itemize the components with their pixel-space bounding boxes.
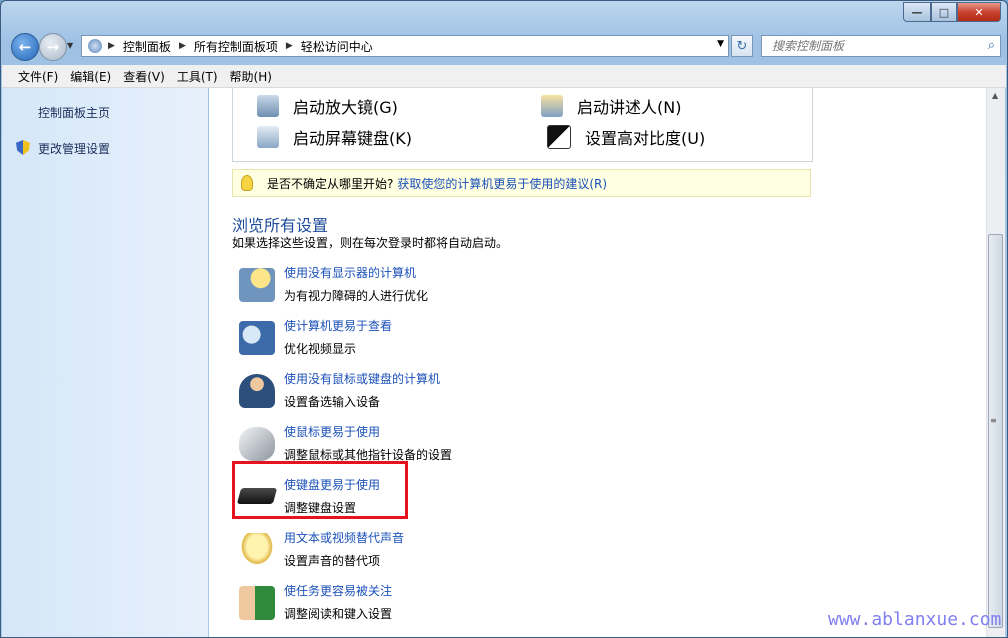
search-icon[interactable]: ⌕ xyxy=(988,38,995,53)
breadcrumb-control-panel[interactable]: 控制面板 xyxy=(123,38,171,55)
breadcrumb-separator-icon[interactable]: ▶ xyxy=(108,41,115,51)
watermark: www.ablanxue.com xyxy=(828,609,1002,630)
content-pane: 启动放大镜(G) 启动讲述人(N) 启动屏幕键盘(K) 设置高对比度(U) 是否… xyxy=(209,88,987,637)
scroll-up-arrow-icon[interactable]: ▲ xyxy=(992,91,998,100)
left-pane: 控制面板主页 更改管理设置 xyxy=(2,88,208,637)
address-bar[interactable]: ▶ 控制面板 ▶ 所有控制面板项 ▶ 轻松访问中心 ▼ xyxy=(81,35,729,57)
recent-pages-dropdown[interactable]: ▼ xyxy=(67,41,73,50)
set-high-contrast-link[interactable]: 设置高对比度(U) xyxy=(547,125,705,149)
address-dropdown-icon[interactable]: ▼ xyxy=(717,39,724,49)
setting-item[interactable]: 使用没有鼠标或键盘的计算机 设置备选输入设备 xyxy=(239,370,639,418)
back-button[interactable]: ← xyxy=(11,33,39,61)
monitor-speech-icon xyxy=(239,268,275,302)
start-narrator-link[interactable]: 启动讲述人(N) xyxy=(541,94,681,118)
person-window-icon xyxy=(239,586,275,620)
maximize-button[interactable]: □ xyxy=(931,2,957,22)
get-recommendations-link[interactable]: 获取使您的计算机更易于使用的建议(R) xyxy=(397,175,607,192)
uac-shield-icon xyxy=(16,140,30,155)
on-screen-keyboard-icon xyxy=(257,126,279,148)
setting-item[interactable]: 使用没有显示器的计算机 为有视力障碍的人进行优化 xyxy=(239,264,639,312)
menu-edit[interactable]: 编辑(E) xyxy=(70,68,111,85)
suggestion-bar: 是否不确定从哪里开始? 获取使您的计算机更易于使用的建议(R) xyxy=(232,169,811,197)
browse-settings-subtitle: 如果选择这些设置，则在每次登录时都将自动启动。 xyxy=(232,236,509,250)
change-admin-settings-link[interactable]: 更改管理设置 xyxy=(38,140,110,157)
explorer-window: — □ ✕ ← → ▼ ▶ 控制面板 ▶ 所有控制面板项 ▶ 轻松访问中心 ▼ … xyxy=(0,0,1008,638)
high-contrast-icon xyxy=(547,125,571,149)
speech-bubble-icon xyxy=(239,533,275,567)
minimize-button[interactable]: — xyxy=(903,2,931,22)
menu-file[interactable]: 文件(F) xyxy=(18,68,58,85)
caption-buttons: — □ ✕ xyxy=(903,2,1001,22)
breadcrumb-ease-of-access[interactable]: 轻松访问中心 xyxy=(301,38,373,55)
person-icon xyxy=(239,374,275,408)
navigation-bar: ← → ▼ ▶ 控制面板 ▶ 所有控制面板项 ▶ 轻松访问中心 ▼ ↻ ⌕ xyxy=(9,33,1001,61)
breadcrumb-separator-icon[interactable]: ▶ xyxy=(179,41,186,51)
mouse-icon xyxy=(239,427,275,461)
control-panel-icon xyxy=(88,39,102,53)
vertical-scrollbar[interactable]: ▲ ≡ xyxy=(986,88,1005,637)
magnifier-icon xyxy=(257,95,279,117)
setting-item[interactable]: 使任务更容易被关注 调整阅读和键入设置 xyxy=(239,582,639,630)
setting-item[interactable]: 用文本或视频替代声音 设置声音的替代项 xyxy=(239,529,639,577)
search-box[interactable]: ⌕ xyxy=(761,35,1001,57)
close-button[interactable]: ✕ xyxy=(957,2,1001,22)
menu-help[interactable]: 帮助(H) xyxy=(230,68,272,85)
forward-button[interactable]: → xyxy=(39,33,67,61)
breadcrumb-all-items[interactable]: 所有控制面板项 xyxy=(194,38,278,55)
highlight-box xyxy=(232,461,408,519)
narrator-icon xyxy=(541,95,563,117)
scroll-grip-icon: ≡ xyxy=(990,416,997,425)
start-magnifier-link[interactable]: 启动放大镜(G) xyxy=(257,94,398,118)
scrollbar-thumb[interactable] xyxy=(988,234,1003,628)
menu-view[interactable]: 查看(V) xyxy=(123,68,165,85)
menu-tools[interactable]: 工具(T) xyxy=(177,68,218,85)
breadcrumb-separator-icon[interactable]: ▶ xyxy=(286,41,293,51)
lightbulb-icon xyxy=(241,175,253,191)
monitor-magnifier-icon xyxy=(239,321,275,355)
setting-item[interactable]: 使计算机更易于查看 优化视频显示 xyxy=(239,317,639,365)
refresh-button[interactable]: ↻ xyxy=(731,35,753,57)
search-input[interactable] xyxy=(770,38,974,54)
suggestion-text: 是否不确定从哪里开始? xyxy=(267,176,394,191)
start-on-screen-keyboard-link[interactable]: 启动屏幕键盘(K) xyxy=(257,125,412,149)
control-panel-home-link[interactable]: 控制面板主页 xyxy=(38,104,110,121)
menu-bar: 文件(F) 编辑(E) 查看(V) 工具(T) 帮助(H) xyxy=(2,65,1006,88)
quick-access-tools: 启动放大镜(G) 启动讲述人(N) 启动屏幕键盘(K) 设置高对比度(U) xyxy=(232,88,813,162)
browse-settings-heading: 浏览所有设置 xyxy=(232,216,329,235)
